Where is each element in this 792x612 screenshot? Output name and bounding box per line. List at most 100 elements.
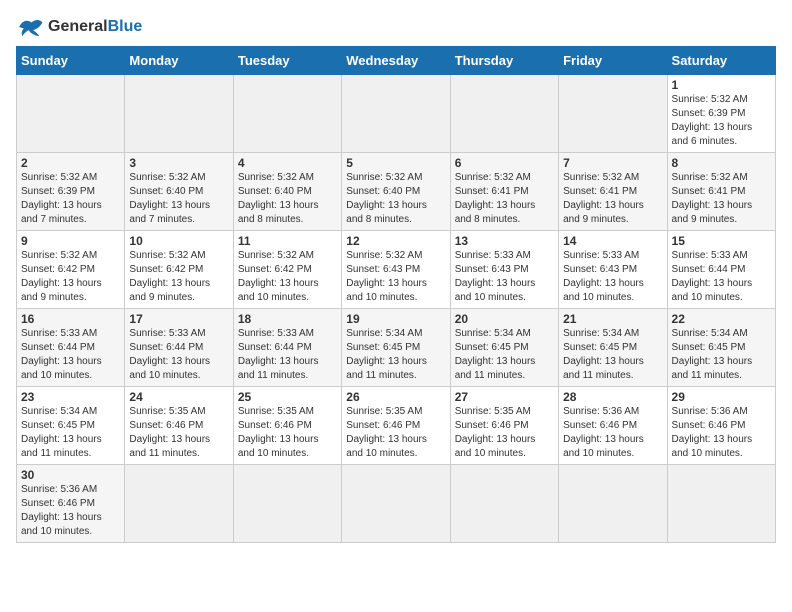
day-info: Sunrise: 5:32 AM Sunset: 6:41 PM Dayligh… — [563, 171, 662, 227]
calendar-cell — [342, 465, 450, 543]
calendar-cell: 1Sunrise: 5:32 AM Sunset: 6:39 PM Daylig… — [667, 75, 775, 153]
day-info: Sunrise: 5:34 AM Sunset: 6:45 PM Dayligh… — [346, 327, 445, 383]
calendar-cell — [125, 465, 233, 543]
calendar-cell: 29Sunrise: 5:36 AM Sunset: 6:46 PM Dayli… — [667, 387, 775, 465]
logo-bird-icon — [16, 16, 44, 38]
day-info: Sunrise: 5:32 AM Sunset: 6:40 PM Dayligh… — [346, 171, 445, 227]
day-info: Sunrise: 5:32 AM Sunset: 6:39 PM Dayligh… — [21, 171, 120, 227]
calendar-cell: 12Sunrise: 5:32 AM Sunset: 6:43 PM Dayli… — [342, 231, 450, 309]
day-number: 14 — [563, 234, 662, 248]
day-info: Sunrise: 5:33 AM Sunset: 6:43 PM Dayligh… — [455, 249, 554, 305]
day-number: 10 — [129, 234, 228, 248]
day-info: Sunrise: 5:34 AM Sunset: 6:45 PM Dayligh… — [672, 327, 771, 383]
day-number: 25 — [238, 390, 337, 404]
calendar-week-row: 1Sunrise: 5:32 AM Sunset: 6:39 PM Daylig… — [17, 75, 776, 153]
day-number: 27 — [455, 390, 554, 404]
calendar-week-row: 9Sunrise: 5:32 AM Sunset: 6:42 PM Daylig… — [17, 231, 776, 309]
calendar-cell: 24Sunrise: 5:35 AM Sunset: 6:46 PM Dayli… — [125, 387, 233, 465]
day-number: 26 — [346, 390, 445, 404]
calendar-cell: 17Sunrise: 5:33 AM Sunset: 6:44 PM Dayli… — [125, 309, 233, 387]
calendar-cell: 19Sunrise: 5:34 AM Sunset: 6:45 PM Dayli… — [342, 309, 450, 387]
day-number: 29 — [672, 390, 771, 404]
day-info: Sunrise: 5:32 AM Sunset: 6:39 PM Dayligh… — [672, 93, 771, 149]
day-info: Sunrise: 5:35 AM Sunset: 6:46 PM Dayligh… — [238, 405, 337, 461]
calendar-table: SundayMondayTuesdayWednesdayThursdayFrid… — [16, 46, 776, 543]
day-number: 17 — [129, 312, 228, 326]
calendar-cell: 4Sunrise: 5:32 AM Sunset: 6:40 PM Daylig… — [233, 153, 341, 231]
day-number: 15 — [672, 234, 771, 248]
day-info: Sunrise: 5:34 AM Sunset: 6:45 PM Dayligh… — [21, 405, 120, 461]
calendar-cell — [125, 75, 233, 153]
day-info: Sunrise: 5:33 AM Sunset: 6:44 PM Dayligh… — [672, 249, 771, 305]
day-info: Sunrise: 5:33 AM Sunset: 6:44 PM Dayligh… — [238, 327, 337, 383]
weekday-header-row: SundayMondayTuesdayWednesdayThursdayFrid… — [17, 47, 776, 75]
day-number: 30 — [21, 468, 120, 482]
day-info: Sunrise: 5:32 AM Sunset: 6:40 PM Dayligh… — [129, 171, 228, 227]
calendar-cell: 2Sunrise: 5:32 AM Sunset: 6:39 PM Daylig… — [17, 153, 125, 231]
calendar-cell: 3Sunrise: 5:32 AM Sunset: 6:40 PM Daylig… — [125, 153, 233, 231]
weekday-header-wednesday: Wednesday — [342, 47, 450, 75]
day-number: 24 — [129, 390, 228, 404]
day-info: Sunrise: 5:35 AM Sunset: 6:46 PM Dayligh… — [455, 405, 554, 461]
weekday-header-sunday: Sunday — [17, 47, 125, 75]
calendar-cell: 9Sunrise: 5:32 AM Sunset: 6:42 PM Daylig… — [17, 231, 125, 309]
calendar-week-row: 16 Sunrise: 5:33 AM Sunset: 6:44 PM Dayli… — [17, 309, 776, 387]
calendar-cell — [233, 75, 341, 153]
weekday-header-friday: Friday — [559, 47, 667, 75]
calendar-week-row: 30Sunrise: 5:36 AM Sunset: 6:46 PM Dayli… — [17, 465, 776, 543]
calendar-cell: 20Sunrise: 5:34 AM Sunset: 6:45 PM Dayli… — [450, 309, 558, 387]
calendar-cell: 7Sunrise: 5:32 AM Sunset: 6:41 PM Daylig… — [559, 153, 667, 231]
day-info: Sunrise: 5:33 AM Sunset: 6:44 PM Dayligh… — [129, 327, 228, 383]
header: GeneralBlue — [16, 16, 776, 38]
calendar-cell: 6Sunrise: 5:32 AM Sunset: 6:41 PM Daylig… — [450, 153, 558, 231]
day-number: 16 — [21, 312, 120, 326]
day-info: Sunrise: 5:35 AM Sunset: 6:46 PM Dayligh… — [129, 405, 228, 461]
weekday-header-tuesday: Tuesday — [233, 47, 341, 75]
day-number: 28 — [563, 390, 662, 404]
day-info: Sunrise: 5:32 AM Sunset: 6:42 PM Dayligh… — [238, 249, 337, 305]
day-number: 12 — [346, 234, 445, 248]
day-number: 2 — [21, 156, 120, 170]
calendar-cell — [17, 75, 125, 153]
day-number: 6 — [455, 156, 554, 170]
calendar-cell: 16Sunrise: 5:33 AM Sunset: 6:44 PM Dayli… — [17, 309, 125, 387]
calendar-cell: 27Sunrise: 5:35 AM Sunset: 6:46 PM Dayli… — [450, 387, 558, 465]
day-number: 20 — [455, 312, 554, 326]
weekday-header-monday: Monday — [125, 47, 233, 75]
day-info: Sunrise: 5:32 AM Sunset: 6:42 PM Dayligh… — [21, 249, 120, 305]
logo-text: GeneralBlue — [48, 17, 142, 36]
day-info: Sunrise: 5:32 AM Sunset: 6:41 PM Dayligh… — [455, 171, 554, 227]
weekday-header-saturday: Saturday — [667, 47, 775, 75]
calendar-cell: 10Sunrise: 5:32 AM Sunset: 6:42 PM Dayli… — [125, 231, 233, 309]
calendar-cell: 26Sunrise: 5:35 AM Sunset: 6:46 PM Dayli… — [342, 387, 450, 465]
calendar-cell: 8Sunrise: 5:32 AM Sunset: 6:41 PM Daylig… — [667, 153, 775, 231]
day-number: 3 — [129, 156, 228, 170]
day-info: Sunrise: 5:36 AM Sunset: 6:46 PM Dayligh… — [21, 483, 120, 539]
calendar-cell — [450, 75, 558, 153]
day-number: 19 — [346, 312, 445, 326]
day-number: 11 — [238, 234, 337, 248]
day-number: 9 — [21, 234, 120, 248]
calendar-cell: 21Sunrise: 5:34 AM Sunset: 6:45 PM Dayli… — [559, 309, 667, 387]
calendar-cell: 22Sunrise: 5:34 AM Sunset: 6:45 PM Dayli… — [667, 309, 775, 387]
calendar-cell — [559, 465, 667, 543]
day-info: Sunrise: 5:32 AM Sunset: 6:40 PM Dayligh… — [238, 171, 337, 227]
calendar-cell: 14Sunrise: 5:33 AM Sunset: 6:43 PM Dayli… — [559, 231, 667, 309]
day-info: Sunrise: 5:34 AM Sunset: 6:45 PM Dayligh… — [455, 327, 554, 383]
day-number: 8 — [672, 156, 771, 170]
calendar-cell: 25Sunrise: 5:35 AM Sunset: 6:46 PM Dayli… — [233, 387, 341, 465]
day-number: 4 — [238, 156, 337, 170]
day-info: Sunrise: 5:35 AM Sunset: 6:46 PM Dayligh… — [346, 405, 445, 461]
day-info: Sunrise: 5:32 AM Sunset: 6:41 PM Dayligh… — [672, 171, 771, 227]
calendar-cell — [450, 465, 558, 543]
calendar-cell: 5Sunrise: 5:32 AM Sunset: 6:40 PM Daylig… — [342, 153, 450, 231]
calendar-week-row: 2Sunrise: 5:32 AM Sunset: 6:39 PM Daylig… — [17, 153, 776, 231]
day-number: 23 — [21, 390, 120, 404]
calendar-week-row: 23Sunrise: 5:34 AM Sunset: 6:45 PM Dayli… — [17, 387, 776, 465]
calendar-cell: 23Sunrise: 5:34 AM Sunset: 6:45 PM Dayli… — [17, 387, 125, 465]
calendar-cell — [342, 75, 450, 153]
day-number: 18 — [238, 312, 337, 326]
day-number: 1 — [672, 78, 771, 92]
calendar-cell — [667, 465, 775, 543]
calendar-cell: 28Sunrise: 5:36 AM Sunset: 6:46 PM Dayli… — [559, 387, 667, 465]
